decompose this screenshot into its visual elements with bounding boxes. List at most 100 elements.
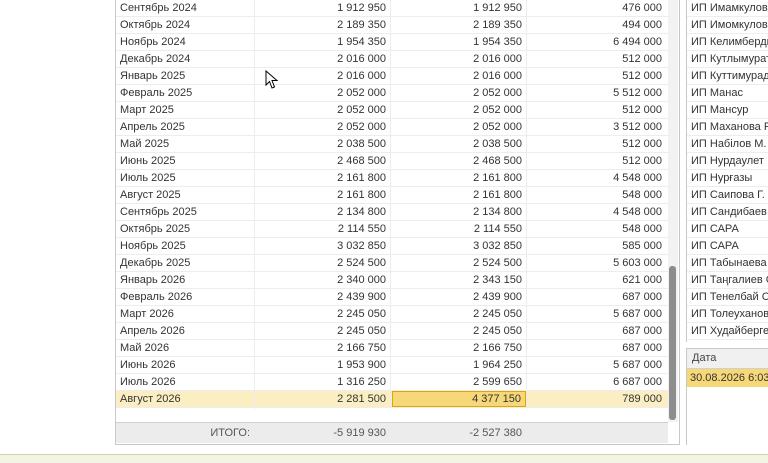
date-row-selected[interactable]: 30.08.2026 6:03:1 <box>687 369 768 387</box>
value-cell-3[interactable]: 4 548 000 <box>526 170 666 186</box>
value-cell-3[interactable]: 5 512 000 <box>526 85 666 101</box>
table-row[interactable]: Май 2025 2 038 500 2 038 500 512 000 <box>116 136 668 153</box>
value-cell-1[interactable]: 2 340 000 <box>254 272 390 288</box>
table-row[interactable]: Март 2026 2 245 050 2 245 050 5 687 000 <box>116 306 668 323</box>
month-cell[interactable]: Сентябрь 2025 <box>120 204 254 220</box>
scrollbar-thumb[interactable] <box>669 266 676 420</box>
counterparty-list-item[interactable]: ИП Кутлымурато <box>687 51 768 68</box>
value-cell-3[interactable]: 512 000 <box>526 102 666 118</box>
month-cell[interactable]: Июль 2026 <box>120 374 254 390</box>
month-cell[interactable]: Декабрь 2025 <box>120 255 254 271</box>
value-cell-2[interactable]: 2 016 000 <box>390 68 526 84</box>
value-cell-1[interactable]: 1 954 350 <box>254 34 390 50</box>
value-cell-1[interactable]: 2 161 800 <box>254 187 390 203</box>
table-row[interactable]: Март 2025 2 052 000 2 052 000 512 000 <box>116 102 668 119</box>
value-cell-3[interactable]: 3 512 000 <box>526 119 666 135</box>
counterparty-list-item[interactable]: ИП Имамкулова <box>687 0 768 17</box>
counterparty-list-item[interactable]: ИП Мансур <box>687 102 768 119</box>
value-cell-3[interactable]: 548 000 <box>526 221 666 237</box>
table-row[interactable]: Июль 2025 2 161 800 2 161 800 4 548 000 <box>116 170 668 187</box>
value-cell-1[interactable]: 2 439 900 <box>254 289 390 305</box>
month-cell[interactable]: Март 2026 <box>120 306 254 322</box>
value-cell-3[interactable]: 512 000 <box>526 153 666 169</box>
value-cell-3[interactable]: 512 000 <box>526 51 666 67</box>
month-cell[interactable]: Февраль 2026 <box>120 289 254 305</box>
month-cell[interactable]: Май 2026 <box>120 340 254 356</box>
value-cell-3[interactable]: 4 548 000 <box>526 204 666 220</box>
table-row[interactable]: Декабрь 2025 2 524 500 2 524 500 5 603 000 <box>116 255 668 272</box>
table-row[interactable]: Октябрь 2024 2 189 350 2 189 350 494 000 <box>116 17 668 34</box>
value-cell-2[interactable]: 2 439 900 <box>390 289 526 305</box>
value-cell-2[interactable]: 2 052 000 <box>390 102 526 118</box>
value-cell-2[interactable]: 4 377 150 <box>392 391 526 407</box>
month-cell[interactable]: Октябрь 2025 <box>120 221 254 237</box>
month-cell[interactable]: Ноябрь 2024 <box>120 34 254 50</box>
table-row[interactable]: Апрель 2026 2 245 050 2 245 050 687 000 <box>116 323 668 340</box>
counterparty-list-item[interactable]: ИП Тенелбай С. С <box>687 289 768 306</box>
value-cell-2[interactable]: 2 245 050 <box>390 306 526 322</box>
value-cell-2[interactable]: 2 245 050 <box>390 323 526 339</box>
value-cell-2[interactable]: 1 954 350 <box>390 34 526 50</box>
counterparty-list-item[interactable]: ИП САРА <box>687 238 768 255</box>
value-cell-2[interactable]: 2 343 150 <box>390 272 526 288</box>
value-cell-1[interactable]: 2 114 550 <box>254 221 390 237</box>
month-cell[interactable]: Сентябрь 2024 <box>120 0 254 16</box>
value-cell-1[interactable]: 2 468 500 <box>254 153 390 169</box>
table-row[interactable]: Сентябрь 2024 1 912 950 1 912 950 476 000 <box>116 0 668 17</box>
counterparty-list-item[interactable]: ИП Табынаева Н <box>687 255 768 272</box>
month-cell[interactable]: Январь 2026 <box>120 272 254 288</box>
counterparty-list-item[interactable]: ИП Сандибаев Б <box>687 204 768 221</box>
value-cell-1[interactable]: 2 245 050 <box>254 306 390 322</box>
counterparty-list-item[interactable]: ИП Куттимурадо <box>687 68 768 85</box>
month-cell[interactable]: Март 2025 <box>120 102 254 118</box>
value-cell-1[interactable]: 2 189 350 <box>254 17 390 33</box>
month-cell[interactable]: Февраль 2025 <box>120 85 254 101</box>
counterparty-list-item[interactable]: ИП Толеуханов Е <box>687 306 768 323</box>
table-row[interactable]: Август 2026 2 281 500 4 377 150 789 000 <box>116 391 668 408</box>
value-cell-1[interactable]: 2 134 800 <box>254 204 390 220</box>
value-cell-2[interactable]: 2 468 500 <box>390 153 526 169</box>
table-row[interactable]: Февраль 2025 2 052 000 2 052 000 5 512 000 <box>116 85 668 102</box>
value-cell-3[interactable]: 621 000 <box>526 272 666 288</box>
value-cell-1[interactable]: 2 038 500 <box>254 136 390 152</box>
counterparty-list-item[interactable]: ИП Саипова Г. Т <box>687 187 768 204</box>
table-row[interactable]: Август 2025 2 161 800 2 161 800 548 000 <box>116 187 668 204</box>
counterparty-list-item[interactable]: ИП САРА <box>687 221 768 238</box>
month-cell[interactable]: Август 2026 <box>120 391 254 407</box>
month-cell[interactable]: Ноябрь 2025 <box>120 238 254 254</box>
table-row[interactable]: Апрель 2025 2 052 000 2 052 000 3 512 000 <box>116 119 668 136</box>
table-row[interactable]: Июль 2026 1 316 250 2 599 650 6 687 000 <box>116 374 668 391</box>
value-cell-2[interactable]: 3 032 850 <box>390 238 526 254</box>
value-cell-2[interactable]: 1 964 250 <box>390 357 526 373</box>
value-cell-1[interactable]: 1 912 950 <box>254 0 390 16</box>
month-cell[interactable]: Октябрь 2024 <box>120 17 254 33</box>
value-cell-1[interactable]: 2 052 000 <box>254 119 390 135</box>
value-cell-2[interactable]: 2 038 500 <box>390 136 526 152</box>
value-cell-3[interactable]: 6 687 000 <box>526 374 666 390</box>
counterparty-list-item[interactable]: ИП Манас <box>687 85 768 102</box>
table-row[interactable]: Ноябрь 2025 3 032 850 3 032 850 585 000 <box>116 238 668 255</box>
value-cell-1[interactable]: 2 166 750 <box>254 340 390 356</box>
value-cell-3[interactable]: 5 687 000 <box>526 357 666 373</box>
value-cell-1[interactable]: 2 161 800 <box>254 170 390 186</box>
table-row[interactable]: Январь 2025 2 016 000 2 016 000 512 000 <box>116 68 668 85</box>
table-row[interactable]: Октябрь 2025 2 114 550 2 114 550 548 000 <box>116 221 668 238</box>
value-cell-2[interactable]: 2 166 750 <box>390 340 526 356</box>
month-cell[interactable]: Август 2025 <box>120 187 254 203</box>
month-cell[interactable]: Январь 2025 <box>120 68 254 84</box>
counterparty-list-item[interactable]: ИП Нурғазы <box>687 170 768 187</box>
table-row[interactable]: Февраль 2026 2 439 900 2 439 900 687 000 <box>116 289 668 306</box>
table-row[interactable]: Январь 2026 2 340 000 2 343 150 621 000 <box>116 272 668 289</box>
value-cell-2[interactable]: 2 052 000 <box>390 85 526 101</box>
value-cell-3[interactable]: 6 494 000 <box>526 34 666 50</box>
value-cell-3[interactable]: 5 603 000 <box>526 255 666 271</box>
value-cell-2[interactable]: 2 134 800 <box>390 204 526 220</box>
value-cell-3[interactable]: 687 000 <box>526 323 666 339</box>
value-cell-1[interactable]: 2 281 500 <box>254 391 390 407</box>
value-cell-2[interactable]: 2 114 550 <box>390 221 526 237</box>
value-cell-2[interactable]: 2 599 650 <box>390 374 526 390</box>
counterparty-list-item[interactable]: ИП Набілов М. А <box>687 136 768 153</box>
value-cell-1[interactable]: 1 316 250 <box>254 374 390 390</box>
value-cell-3[interactable]: 476 000 <box>526 0 666 16</box>
value-cell-3[interactable]: 548 000 <box>526 187 666 203</box>
